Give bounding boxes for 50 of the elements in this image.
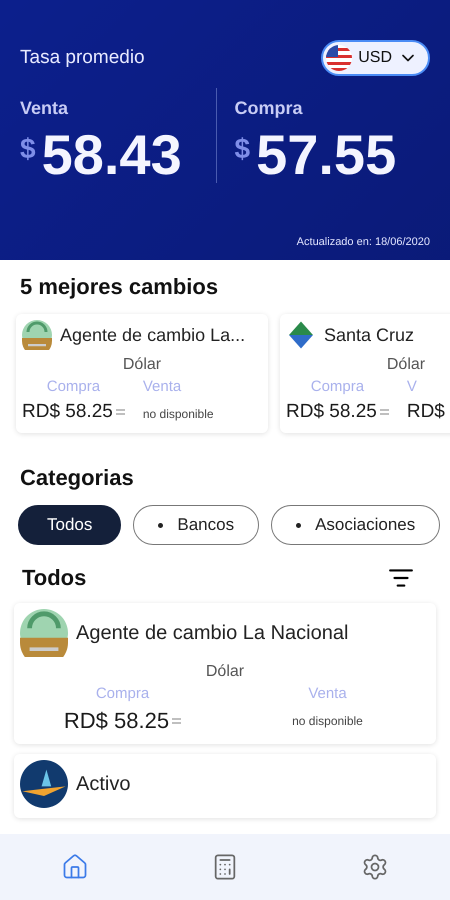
flag-icon: [326, 45, 352, 71]
sell-label: Venta: [142, 378, 182, 395]
currency-name: Dólar: [122, 356, 162, 374]
exchange-card[interactable]: Agente de cambio La... Dólar Compra RD$ 58.25 Venta no disponible: [16, 314, 268, 433]
dot-icon: [296, 522, 302, 528]
exchange-name: Agente de cambio La Nacional: [76, 622, 348, 644]
exchange-card[interactable]: Activo: [14, 754, 436, 818]
header-title: Tasa promedio: [20, 47, 145, 69]
section-title: Todos: [22, 565, 86, 591]
rate-label: Compra: [234, 98, 304, 119]
logo-icon: [22, 320, 52, 350]
dot-icon: [158, 522, 164, 528]
logo-icon: [286, 320, 316, 350]
exchange-card[interactable]: Santa Cruz Dólar Compra RD$ 58.25 V RD$: [280, 314, 450, 433]
unavailable-text: no disponible: [142, 407, 214, 421]
buy-label: Compra: [310, 378, 364, 395]
exchange-name: Agente de cambio La...: [60, 324, 246, 346]
currency-symbol: $: [20, 133, 36, 165]
price-value: RD$: [406, 401, 445, 423]
currency-name: Dólar: [206, 663, 244, 681]
price-value: RD$ 58.25: [22, 401, 113, 423]
rate-value: 58.43: [42, 127, 182, 183]
settings-icon: [361, 853, 389, 881]
equal-icon: [172, 718, 182, 724]
logo-icon: [20, 760, 68, 808]
equal-icon: [380, 409, 389, 415]
category-chip[interactable]: Asociaciones: [271, 505, 440, 545]
exchange-name: Activo: [76, 772, 130, 796]
sell-label: Venta: [308, 685, 347, 702]
currency-selector[interactable]: USD: [321, 40, 430, 76]
sell-label: V: [406, 378, 417, 395]
category-chip[interactable]: Todos: [18, 505, 122, 545]
buy-label: Compra: [46, 378, 100, 395]
buy-label: Compra: [96, 685, 150, 702]
price-value: RD$ 58.25: [286, 401, 377, 423]
currency-name: Dólar: [386, 356, 426, 374]
equal-icon: [116, 409, 125, 415]
unavailable-text: no disponible: [292, 714, 363, 728]
category-chip[interactable]: Bancos: [133, 505, 260, 545]
updated-text: Actualizado en: 18/06/2020: [296, 236, 430, 248]
exchange-name: Santa Cruz: [324, 324, 414, 346]
exchange-card[interactable]: Agente de cambio La Nacional Dólar Compra RD$ 58.25 Venta no disponible: [14, 603, 436, 744]
section-title: Categorias: [19, 464, 135, 492]
home-icon: [61, 853, 89, 881]
rate-label: Venta: [20, 98, 70, 119]
currency-symbol: $: [234, 133, 250, 165]
rate-value: 57.55: [256, 127, 396, 183]
logo-icon: [20, 609, 68, 657]
section-title: 5 mejores cambios: [19, 273, 220, 301]
price-value: RD$ 58.25: [64, 708, 170, 734]
